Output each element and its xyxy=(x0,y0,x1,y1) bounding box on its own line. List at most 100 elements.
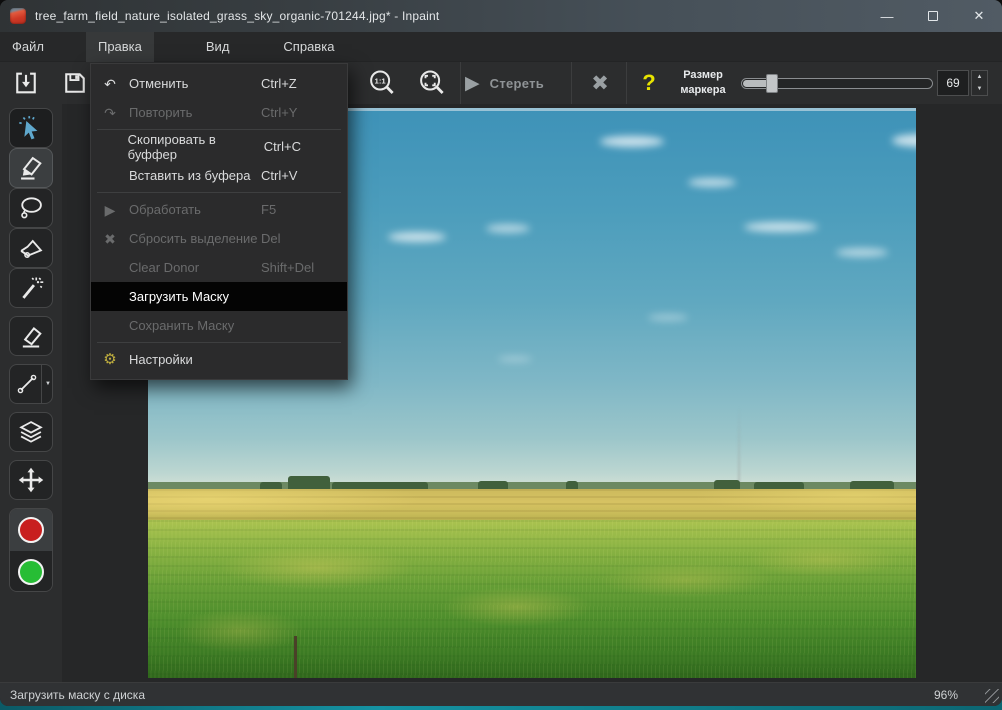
menu-help[interactable]: Справка xyxy=(271,32,346,62)
polygon-lasso-icon xyxy=(20,239,43,258)
edit-menu-popup: ↶ Отменить Ctrl+Z ↷ Повторить Ctrl+Y Ско… xyxy=(90,63,348,380)
undo-icon: ↶ xyxy=(104,75,116,92)
spin-down-button[interactable]: ▼ xyxy=(972,83,987,95)
cloud xyxy=(688,178,736,187)
lasso-tool-button[interactable] xyxy=(9,188,53,228)
menu-item-process[interactable]: ▶ Обработать F5 xyxy=(91,195,347,224)
toolbar-separator xyxy=(571,62,572,104)
save-icon xyxy=(65,73,85,93)
title-bar[interactable]: tree_farm_field_nature_isolated_grass_sk… xyxy=(0,0,1002,32)
svg-text:1:1: 1:1 xyxy=(375,77,387,86)
menu-item-paste-from-clipboard[interactable]: Вставить из буфера Ctrl+V xyxy=(91,161,347,190)
magic-wand-icon xyxy=(22,277,44,299)
lasso-icon xyxy=(21,197,42,219)
marker-tool-button[interactable] xyxy=(9,148,53,188)
smart-cursor-icon xyxy=(19,116,38,140)
clear-selection-icon: ✖ xyxy=(104,230,116,247)
line-tool-button[interactable]: ▼ xyxy=(9,364,53,404)
menu-item-load-mask[interactable]: Загрузить Маску xyxy=(91,282,347,311)
menu-separator xyxy=(97,192,341,193)
layers-icon xyxy=(19,421,43,443)
help-button[interactable]: ? xyxy=(632,62,666,104)
cloud xyxy=(388,232,446,242)
shortcut: Ctrl+Y xyxy=(261,105,298,120)
zoom-1to1-icon: 1:1 xyxy=(370,70,394,94)
smoke-trail xyxy=(738,406,740,488)
play-icon: ▶ xyxy=(104,201,116,218)
resize-grip[interactable] xyxy=(985,689,999,703)
cloud xyxy=(892,134,916,147)
marker-size-input[interactable]: 69 xyxy=(937,70,969,96)
shortcut: Shift+Del xyxy=(261,260,315,275)
minimize-button[interactable]: — xyxy=(864,0,910,32)
zoom-actual-size-button[interactable]: 1:1 xyxy=(364,65,400,101)
spin-up-button[interactable]: ▲ xyxy=(972,71,987,83)
erase-button-label: Стереть xyxy=(489,75,545,91)
menu-separator xyxy=(97,342,341,343)
toolbar-separator xyxy=(626,62,627,104)
move-tool-button[interactable] xyxy=(9,460,53,500)
window-controls: — ✕ xyxy=(864,0,1002,32)
cloud xyxy=(836,248,888,257)
open-icon xyxy=(16,72,36,94)
menu-item-clear-donor[interactable]: Clear Donor Shift+Del xyxy=(91,253,347,282)
line-tool-divider xyxy=(41,365,42,403)
maximize-icon xyxy=(928,11,938,21)
marker-size-label-line1: Размер xyxy=(683,69,723,81)
erase-button[interactable]: ▶ Стереть xyxy=(465,62,544,104)
shortcut: Ctrl+C xyxy=(263,139,301,154)
maximize-button[interactable] xyxy=(910,0,956,32)
yellow-field-band xyxy=(148,489,916,522)
layers-tool-button[interactable] xyxy=(9,412,53,452)
menu-view[interactable]: Вид xyxy=(194,32,242,62)
smart-select-tool-button[interactable] xyxy=(9,108,53,148)
menu-item-settings[interactable]: ⚙ Настройки xyxy=(91,345,347,374)
menu-item-save-mask[interactable]: Сохранить Маску xyxy=(91,311,347,340)
menu-item-undo[interactable]: ↶ Отменить Ctrl+Z xyxy=(91,69,347,98)
window-title: tree_farm_field_nature_isolated_grass_sk… xyxy=(35,9,440,23)
move-icon xyxy=(18,467,44,493)
target-green-button[interactable] xyxy=(10,551,52,591)
toolbar-separator xyxy=(460,62,461,104)
eraser-tool-button[interactable] xyxy=(9,316,53,356)
marker-icon xyxy=(21,156,42,180)
marker-size-label-line2: маркера xyxy=(680,84,726,96)
marker-size-label: Размер маркера xyxy=(672,68,734,98)
magic-wand-tool-button[interactable] xyxy=(9,268,53,308)
open-image-button[interactable] xyxy=(8,65,44,101)
zoom-fit-button[interactable] xyxy=(414,65,450,101)
shortcut: F5 xyxy=(261,202,277,217)
donor-red-button[interactable] xyxy=(10,509,52,551)
line-dropdown-icon[interactable]: ▼ xyxy=(45,381,51,387)
red-circle-icon xyxy=(18,517,44,543)
menu-item-copy-to-clipboard[interactable]: Скопировать в буффер Ctrl+C xyxy=(91,132,347,162)
menu-item-reset-selection[interactable]: ✖ Сбросить выделение Del xyxy=(91,224,347,253)
marker-size-spinner: ▲ ▼ xyxy=(971,70,988,96)
cloud xyxy=(600,136,664,147)
redo-icon: ↷ xyxy=(104,104,116,121)
clear-selection-button[interactable]: ✖ xyxy=(578,62,622,104)
cloud xyxy=(648,314,688,321)
menu-edit[interactable]: Правка xyxy=(85,31,154,62)
inpaint-window: tree_farm_field_nature_isolated_grass_sk… xyxy=(0,0,1002,706)
green-field xyxy=(148,520,916,678)
eraser-icon xyxy=(22,327,42,348)
shortcut: Del xyxy=(261,231,281,246)
gear-icon: ⚙ xyxy=(103,351,117,368)
menu-item-redo[interactable]: ↷ Повторить Ctrl+Y xyxy=(91,98,347,127)
shortcut: Ctrl+V xyxy=(261,168,298,183)
tree-clump xyxy=(288,476,330,490)
app-icon xyxy=(10,8,26,24)
cloud xyxy=(744,222,818,232)
green-circle-icon xyxy=(18,559,44,585)
status-hint: Загрузить маску с диска xyxy=(10,687,145,702)
marker-size-slider[interactable] xyxy=(741,74,933,93)
save-image-button[interactable] xyxy=(57,65,93,101)
shortcut: Ctrl+Z xyxy=(261,76,297,91)
slider-handle[interactable] xyxy=(766,74,778,93)
menu-file[interactable]: Файл xyxy=(0,32,56,62)
menu-bar: Файл Правка Вид Справка xyxy=(0,31,1002,62)
line-icon xyxy=(17,374,37,394)
close-button[interactable]: ✕ xyxy=(956,0,1002,32)
polygon-tool-button[interactable] xyxy=(9,228,53,268)
